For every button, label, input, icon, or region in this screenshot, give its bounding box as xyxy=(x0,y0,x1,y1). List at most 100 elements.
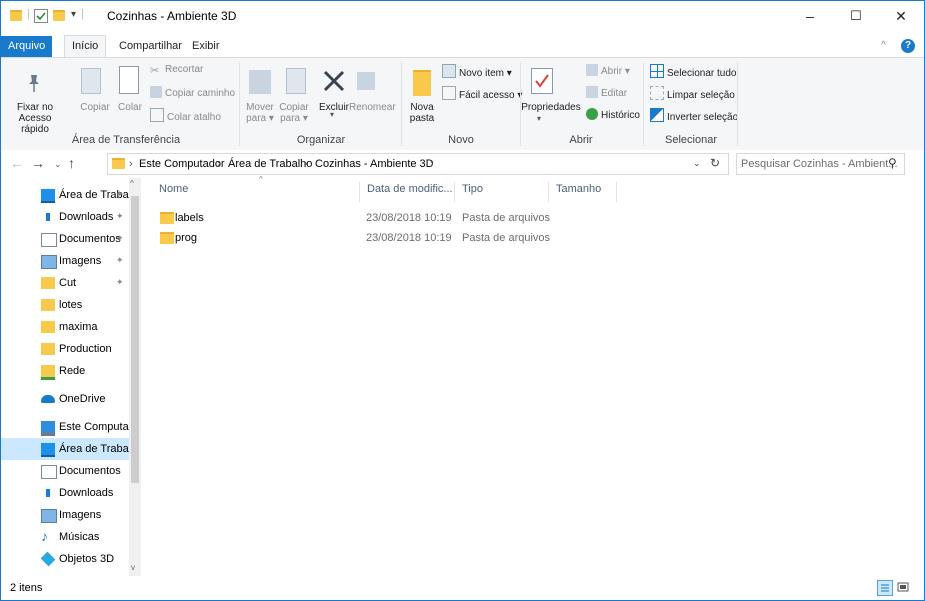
breadcrumb-cozinhas[interactable]: Cozinhas - Ambiente 3D xyxy=(315,158,434,170)
easy-access-button[interactable]: Fácil acesso ▾ xyxy=(442,86,522,101)
move-to-button[interactable]: Mover para ▾ xyxy=(243,102,277,124)
open-label: Abrir ▾ xyxy=(601,66,630,77)
select-none-label: Limpar seleção xyxy=(667,90,735,101)
pin-icon: ✦ xyxy=(116,233,124,243)
history-icon xyxy=(586,108,598,120)
minimize-button[interactable]: – xyxy=(787,1,833,31)
back-arrow-icon[interactable]: ← xyxy=(10,155,24,171)
open-button[interactable]: Abrir ▾ xyxy=(586,64,630,77)
breadcrumb-este-computador[interactable]: Este Computador xyxy=(139,158,225,170)
sidebar-item[interactable]: maxima xyxy=(1,316,129,338)
search-box[interactable]: Pesquisar Cozinhas - Ambient... ⚲ xyxy=(736,153,905,175)
paste-shortcut-button[interactable]: Colar atalho xyxy=(150,108,221,123)
column-separator[interactable] xyxy=(616,182,617,202)
history-button[interactable]: Histórico xyxy=(586,108,640,121)
copy-path-button[interactable]: Copiar caminho xyxy=(150,86,235,99)
sidebar-item-label: Cut xyxy=(59,277,77,289)
column-header-size[interactable]: Tamanho xyxy=(556,183,601,195)
tab-inicio[interactable]: Início xyxy=(64,35,107,58)
new-folder-quick-icon[interactable] xyxy=(53,10,65,21)
sidebar-item[interactable]: Objetos 3D xyxy=(1,548,129,570)
sidebar-item[interactable]: Rede xyxy=(1,360,129,382)
sidebar-item[interactable]: Documentos xyxy=(1,460,129,482)
sidebar-item[interactable]: Downloads ✦ xyxy=(1,206,129,228)
edit-icon xyxy=(586,86,598,98)
tab-compartilhar[interactable]: Compartilhar xyxy=(112,37,189,55)
sidebar-item[interactable]: Cut ✦ xyxy=(1,272,129,294)
navigation-bar: ← → ⌄ ↑ › Este Computador › Área de Trab… xyxy=(1,150,924,178)
sidebar-item[interactable]: Documentos ✦ xyxy=(1,228,129,250)
properties-dropdown-icon[interactable]: ▾ xyxy=(537,114,541,123)
help-icon[interactable]: ? xyxy=(901,39,915,53)
sidebar-item[interactable]: Imagens ✦ xyxy=(1,250,129,272)
sidebar-item[interactable]: OneDrive xyxy=(1,388,129,410)
customize-quick-access-icon[interactable]: ▾ xyxy=(71,9,76,23)
sidebar-item[interactable]: ♪ Músicas xyxy=(1,526,129,548)
column-header-type[interactable]: Tipo xyxy=(462,183,483,195)
details-view-icon[interactable] xyxy=(877,580,893,596)
delete-x-icon xyxy=(321,68,347,97)
search-icon[interactable]: ⚲ xyxy=(888,156,897,170)
sidebar-item-label: Rede xyxy=(59,365,86,377)
refresh-icon[interactable]: ↻ xyxy=(710,156,720,170)
up-arrow-icon[interactable]: ↑ xyxy=(68,155,75,171)
sidebar-item[interactable]: Área de Trabalho xyxy=(1,438,129,460)
close-button[interactable]: ✕ xyxy=(878,1,924,31)
rename-button[interactable]: Renomear xyxy=(349,102,396,113)
file-row[interactable]: labels 23/08/2018 10:19 Pasta de arquivo… xyxy=(151,208,571,228)
column-separator[interactable] xyxy=(548,182,549,202)
breadcrumb-separator: › xyxy=(304,158,308,170)
group-label-clipboard: Área de Transferência xyxy=(71,134,181,146)
large-icons-view-icon[interactable] xyxy=(896,580,910,594)
sidebar-item[interactable]: Este Computador xyxy=(1,416,129,438)
scroll-up-icon[interactable]: ^ xyxy=(130,179,134,188)
sidebar-item-label: Downloads xyxy=(59,211,114,223)
sidebar-item-label: Downloads xyxy=(59,487,114,499)
recent-locations-chevron-icon[interactable]: ⌄ xyxy=(54,159,62,170)
new-item-button[interactable]: Novo item ▾ xyxy=(442,64,512,79)
properties-button[interactable]: Propriedades xyxy=(521,102,581,113)
sidebar-item[interactable]: Imagens xyxy=(1,504,129,526)
folder-icon xyxy=(160,232,174,244)
sidebar-item-label: Production xyxy=(59,343,112,355)
paste-button[interactable]: Colar xyxy=(116,102,144,113)
tab-exibir[interactable]: Exibir xyxy=(185,37,227,55)
column-header-name[interactable]: Nome xyxy=(159,183,188,195)
sidebar-item[interactable]: Production xyxy=(1,338,129,360)
invert-selection-button[interactable]: Inverter seleção xyxy=(650,108,738,123)
minimize-ribbon-icon[interactable]: ^ xyxy=(881,40,886,51)
sidebar-item-label: OneDrive xyxy=(59,393,106,405)
sidebar-item[interactable]: Área de Traba ✦ xyxy=(1,184,129,206)
new-folder-button[interactable]: Nova pasta xyxy=(407,102,437,124)
properties-quick-icon[interactable] xyxy=(34,9,48,23)
select-all-button[interactable]: Selecionar tudo xyxy=(650,64,737,79)
scroll-down-icon[interactable]: v xyxy=(131,563,135,572)
column-separator[interactable] xyxy=(359,182,360,202)
open-icon xyxy=(586,64,598,76)
cut-button[interactable]: ✂ Recortar xyxy=(150,64,203,77)
column-header-date[interactable]: Data de modific... xyxy=(367,183,453,195)
group-separator xyxy=(401,62,402,146)
copy-button[interactable]: Copiar xyxy=(80,102,110,113)
sidebar-item[interactable]: lotes xyxy=(1,294,129,316)
file-row[interactable]: prog 23/08/2018 10:19 Pasta de arquivos xyxy=(151,228,571,248)
delete-dropdown-icon[interactable]: ▾ xyxy=(330,110,334,119)
select-none-button[interactable]: Limpar seleção xyxy=(650,86,735,101)
sidebar-item-label: Documentos xyxy=(59,465,121,477)
column-separator[interactable] xyxy=(454,182,455,202)
ribbon-tabs: Arquivo Início Compartilhar Exibir ^ ? xyxy=(1,31,924,58)
edit-button[interactable]: Editar xyxy=(586,86,627,99)
nav-scrollbar-thumb[interactable] xyxy=(131,196,139,483)
sidebar-item[interactable]: Downloads xyxy=(1,482,129,504)
copy-to-button[interactable]: Copiar para ▾ xyxy=(277,102,311,124)
tab-arquivo[interactable]: Arquivo xyxy=(1,36,53,57)
pin-quick-access-button[interactable]: Fixar no Acesso rápido xyxy=(5,102,65,135)
onedrive-icon xyxy=(41,395,55,403)
address-bar[interactable]: › Este Computador › Área de Trabalho › C… xyxy=(107,153,729,175)
breadcrumb-area-de-trabalho[interactable]: Área de Trabalho xyxy=(228,158,312,170)
maximize-button[interactable]: ☐ xyxy=(833,1,879,31)
forward-arrow-icon[interactable]: → xyxy=(31,155,45,171)
new-folder-label-2: pasta xyxy=(409,113,435,124)
address-dropdown-icon[interactable]: ⌄ xyxy=(693,158,701,169)
downloads-icon xyxy=(41,487,55,499)
